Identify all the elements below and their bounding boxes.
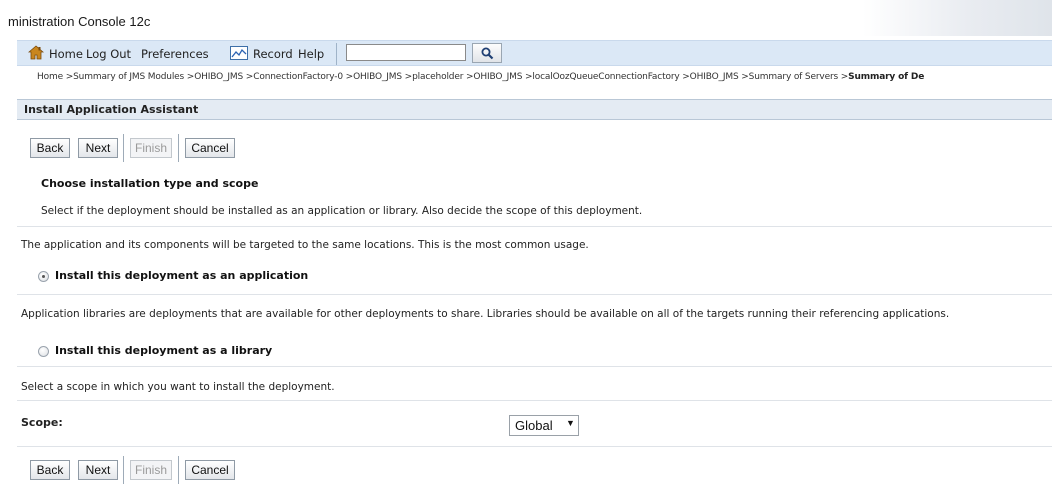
breadcrumb: Home >Summary of JMS Modules >OHIBO_JMS …: [37, 72, 924, 82]
breadcrumb-item[interactable]: OHIBO_JMS >: [194, 72, 253, 82]
breadcrumb-item[interactable]: localOozQueueConnectionFactory >: [532, 72, 689, 82]
record-link[interactable]: Record: [253, 47, 293, 61]
breadcrumb-item[interactable]: Summary of Servers >: [749, 72, 849, 82]
home-link[interactable]: Home: [49, 47, 83, 61]
scope-select[interactable]: Global ▼: [509, 415, 579, 436]
divider: [17, 366, 1052, 367]
scope-description: Select a scope in which you want to inst…: [21, 381, 335, 393]
panel-header: Install Application Assistant: [17, 99, 1052, 120]
application-radio-label[interactable]: Install this deployment as an applicatio…: [55, 269, 308, 282]
toolbar-divider: [336, 43, 337, 65]
breadcrumb-item[interactable]: ConnectionFactory-0 >: [253, 72, 353, 82]
finish-button[interactable]: Finish: [130, 138, 172, 158]
logout-link[interactable]: Log Out: [86, 47, 131, 61]
search-icon: [481, 47, 494, 60]
panel-title: Install Application Assistant: [24, 103, 199, 116]
finish-button[interactable]: Finish: [130, 460, 172, 480]
window-title: ministration Console 12c: [8, 14, 151, 29]
button-divider: [178, 456, 179, 484]
breadcrumb-current: Summary of De: [848, 72, 925, 82]
breadcrumb-item[interactable]: OHIBO_JMS >: [690, 72, 749, 82]
application-radio[interactable]: [38, 271, 49, 282]
section-title: Choose installation type and scope: [41, 177, 259, 190]
button-divider: [178, 134, 179, 162]
back-button[interactable]: Back: [30, 138, 70, 158]
library-description: Application libraries are deployments th…: [21, 308, 950, 320]
back-button[interactable]: Back: [30, 460, 70, 480]
cancel-button[interactable]: Cancel: [185, 138, 235, 158]
search-button[interactable]: [472, 43, 502, 63]
breadcrumb-item[interactable]: Home >: [37, 72, 73, 82]
next-button[interactable]: Next: [78, 460, 118, 480]
button-divider: [123, 456, 124, 484]
next-button[interactable]: Next: [78, 138, 118, 158]
divider: [17, 446, 1052, 447]
cancel-button[interactable]: Cancel: [185, 460, 235, 480]
console-toolbar: Home Log Out Preferences Record Help: [17, 40, 1052, 66]
breadcrumb-item[interactable]: OHIBO_JMS >: [353, 72, 412, 82]
breadcrumb-item[interactable]: OHIBO_JMS >: [473, 72, 532, 82]
search-input[interactable]: [346, 44, 466, 61]
home-icon[interactable]: [28, 45, 44, 60]
divider: [17, 294, 1052, 295]
divider: [17, 226, 1052, 227]
preferences-link[interactable]: Preferences: [141, 47, 209, 61]
scope-label: Scope:: [21, 416, 63, 429]
help-link[interactable]: Help: [298, 47, 324, 61]
dropdown-arrow-icon: ▼: [566, 418, 575, 428]
scope-select-value: Global: [515, 418, 553, 433]
section-description: Select if the deployment should be insta…: [41, 205, 643, 217]
window-titlebar: ministration Console 12c: [0, 0, 1052, 36]
breadcrumb-item[interactable]: placeholder >: [412, 72, 473, 82]
library-radio[interactable]: [38, 346, 49, 357]
button-divider: [123, 134, 124, 162]
library-radio-label[interactable]: Install this deployment as a library: [55, 344, 272, 357]
application-description: The application and its components will …: [21, 239, 589, 251]
breadcrumb-item[interactable]: Summary of JMS Modules >: [73, 72, 194, 82]
divider: [17, 400, 1052, 401]
record-icon[interactable]: [230, 46, 248, 60]
